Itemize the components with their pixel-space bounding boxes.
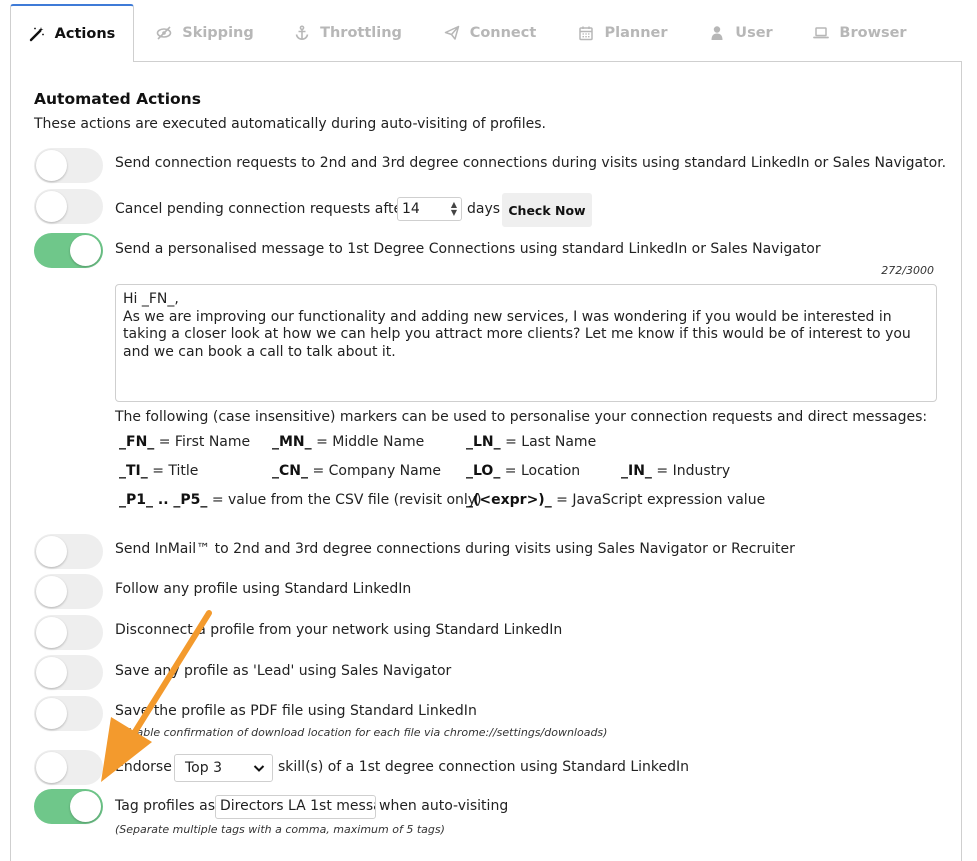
- section-title: Automated Actions: [34, 90, 201, 108]
- tab-connect[interactable]: Connect: [440, 4, 540, 62]
- laptop-icon: [813, 27, 830, 39]
- eye-slash-icon: [156, 26, 172, 40]
- save-pdf-note: (Disable confirmation of download locati…: [115, 726, 608, 739]
- tab-label: Skipping: [182, 25, 254, 41]
- paper-plane-icon: [444, 25, 459, 40]
- save-lead-toggle[interactable]: [34, 655, 103, 690]
- endorse-label-after: skill(s) of a 1st degree connection usin…: [278, 759, 690, 775]
- days-label: days: [467, 201, 501, 217]
- chevron-down-icon: [253, 765, 265, 772]
- markers-intro: The following (case insensitive) markers…: [115, 409, 928, 425]
- inmail-label: Send InMail™ to 2nd and 3rd degree conne…: [115, 541, 795, 557]
- toggle-knob: [36, 576, 67, 607]
- save-pdf-toggle[interactable]: [34, 696, 103, 731]
- toggle-knob: [36, 150, 67, 181]
- toggle-knob: [36, 191, 67, 222]
- toggle-knob: [36, 698, 67, 729]
- marker-item: _LN_ = Last Name: [466, 434, 597, 450]
- section-subtitle: These actions are executed automatically…: [34, 116, 546, 132]
- message-textarea[interactable]: Hi _FN_, As we are improving our functio…: [115, 284, 937, 402]
- tag-profiles-note: (Separate multiple tags with a comma, ma…: [115, 823, 445, 836]
- follow-label: Follow any profile using Standard Linked…: [115, 581, 412, 597]
- calendar-icon: [579, 26, 594, 41]
- marker-item: _LO_ = Location: [466, 463, 581, 479]
- marker-item: _CN_ = Company Name: [272, 463, 441, 479]
- cancel-pending-toggle[interactable]: [34, 189, 103, 224]
- tag-profiles-label-after: when auto-visiting: [379, 798, 509, 814]
- send-connection-label: Send connection requests to 2nd and 3rd …: [115, 155, 947, 171]
- tab-label: Planner: [604, 25, 668, 41]
- marker-item: _P1_ .. _P5_ = value from the CSV file (…: [119, 492, 482, 508]
- anchor-icon: [295, 25, 309, 41]
- tab-label: Connect: [469, 25, 537, 41]
- send-connection-toggle[interactable]: [34, 148, 103, 183]
- toggle-knob: [36, 657, 67, 688]
- tab-browser[interactable]: Browser: [808, 4, 912, 62]
- tab-label: Throttling: [320, 25, 402, 41]
- magic-wand-icon: [29, 27, 44, 42]
- toggle-knob: [36, 617, 67, 648]
- character-counter: 272/3000: [881, 264, 934, 277]
- marker-item: _MN_ = Middle Name: [272, 434, 425, 450]
- toggle-knob: [70, 791, 101, 822]
- endorse-count-select[interactable]: Top 3: [174, 754, 273, 782]
- disconnect-label: Disconnect a profile from your network u…: [115, 622, 563, 638]
- endorse-select-value: Top 3: [185, 760, 222, 776]
- save-pdf-label: Save the profile as PDF file using Stand…: [115, 703, 477, 719]
- tab-user[interactable]: User: [706, 4, 776, 62]
- tag-profiles-label: Tag profiles as: [115, 798, 215, 814]
- tab-label: User: [735, 25, 773, 41]
- toggle-knob: [36, 752, 67, 783]
- endorse-label: Endorse: [115, 759, 172, 775]
- marker-item: _FN_ = First Name: [119, 434, 251, 450]
- marker-item: _TI_ = Title: [119, 463, 199, 479]
- tab-actions[interactable]: Actions: [10, 4, 134, 62]
- follow-toggle[interactable]: [34, 574, 103, 609]
- pending-days-value: 14: [402, 201, 420, 217]
- disconnect-toggle[interactable]: [34, 615, 103, 650]
- toggle-knob: [36, 536, 67, 567]
- tag-input[interactable]: Directors LA 1st message: [215, 795, 376, 819]
- tab-bar: Actions Skipping Throttling Connect Plan…: [0, 0, 977, 62]
- toggle-knob: [70, 235, 101, 266]
- endorse-toggle[interactable]: [34, 750, 103, 785]
- marker-item: _(<expr>)_ = JavaScript expression value: [466, 492, 766, 508]
- tag-profiles-toggle[interactable]: [34, 789, 103, 824]
- spinner-arrows-icon[interactable]: ▲ ▼: [451, 201, 457, 217]
- tab-label: Actions: [54, 26, 116, 42]
- tab-label: Browser: [839, 25, 907, 41]
- user-icon: [711, 26, 723, 40]
- check-now-button[interactable]: Check Now: [502, 193, 592, 227]
- tab-skipping[interactable]: Skipping: [152, 4, 258, 62]
- pending-days-input[interactable]: 14 ▲ ▼: [397, 197, 462, 221]
- marker-item: _IN_ = Industry: [621, 463, 731, 479]
- tab-throttling[interactable]: Throttling: [290, 4, 406, 62]
- save-lead-label: Save any profile as 'Lead' using Sales N…: [115, 663, 452, 679]
- inmail-toggle[interactable]: [34, 534, 103, 569]
- personal-message-label: Send a personalised message to 1st Degre…: [115, 241, 821, 257]
- personal-message-toggle[interactable]: [34, 233, 103, 268]
- cancel-pending-label: Cancel pending connection requests after: [115, 201, 408, 217]
- tab-planner[interactable]: Planner: [574, 4, 672, 62]
- actions-panel: [10, 61, 962, 861]
